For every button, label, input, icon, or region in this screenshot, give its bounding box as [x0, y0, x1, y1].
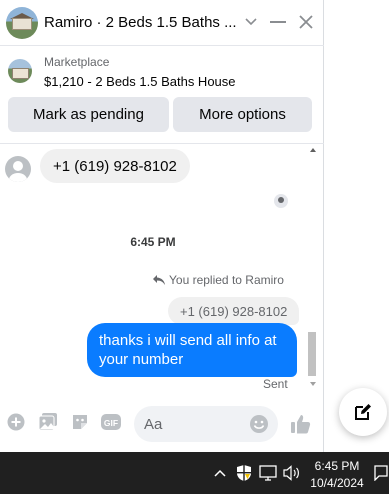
- network-icon[interactable]: [259, 464, 277, 482]
- listing-source: Marketplace: [44, 55, 110, 69]
- message-input[interactable]: Aa: [134, 406, 278, 442]
- read-receipt-icon: [274, 194, 288, 208]
- compose-icon: [355, 404, 371, 420]
- avatar-body: [9, 173, 27, 182]
- chevron-up-icon[interactable]: [211, 464, 229, 482]
- chat-title[interactable]: Ramiro · 2 Beds 1.5 Baths ...: [44, 14, 242, 31]
- volume-icon[interactable]: [283, 464, 301, 482]
- outgoing-message[interactable]: thanks i will send all info at your numb…: [87, 323, 297, 377]
- scroll-thumb[interactable]: [308, 332, 316, 376]
- scroll-up-arrow[interactable]: [310, 148, 316, 152]
- close-icon[interactable]: [296, 12, 316, 32]
- reply-label: You replied to Ramiro: [169, 273, 284, 287]
- listing-avatar[interactable]: [6, 6, 38, 39]
- emoji-icon[interactable]: [249, 414, 269, 434]
- listing-info: Marketplace $1,210 - 2 Beds 1.5 Baths Ho…: [44, 55, 236, 91]
- taskbar-clock[interactable]: 6:45 PM 10/4/2024: [302, 458, 372, 492]
- house-body: [12, 17, 32, 30]
- photo-icon[interactable]: [38, 412, 58, 432]
- sticker-icon[interactable]: [70, 412, 90, 432]
- listing-summary[interactable]: Marketplace $1,210 - 2 Beds 1.5 Baths Ho…: [0, 47, 324, 95]
- new-message-button[interactable]: [339, 388, 387, 436]
- quoted-message[interactable]: +1 (619) 928-8102: [168, 297, 300, 325]
- listing-price: $1,210 - 2 Beds 1.5 Baths House: [44, 74, 236, 89]
- avatar-head: [13, 161, 23, 171]
- incoming-message[interactable]: +1 (619) 928-8102: [40, 149, 190, 183]
- notification-icon[interactable]: [374, 464, 388, 482]
- listing-thumbnail: [8, 59, 32, 83]
- windows-taskbar: 6:45 PM 10/4/2024: [0, 452, 389, 494]
- thread-scrollbar[interactable]: [306, 144, 320, 394]
- minimize-icon[interactable]: [268, 12, 288, 32]
- gif-label: GIF: [104, 418, 118, 428]
- message-input-placeholder: Aa: [144, 416, 163, 433]
- more-options-button[interactable]: More options: [173, 97, 312, 132]
- thumbs-up-icon[interactable]: [291, 414, 311, 434]
- message-composer: GIF Aa: [0, 402, 324, 446]
- reply-icon: [153, 275, 165, 285]
- clock-time: 6:45 PM: [314, 459, 360, 473]
- clock-date: 10/4/2024: [310, 476, 364, 490]
- chat-header[interactable]: Ramiro · 2 Beds 1.5 Baths ...: [0, 0, 324, 46]
- mark-as-pending-button[interactable]: Mark as pending: [8, 97, 169, 132]
- contact-avatar[interactable]: [5, 156, 31, 182]
- gif-icon[interactable]: GIF: [101, 412, 121, 432]
- message-status: Sent: [263, 377, 288, 391]
- reply-indicator: You replied to Ramiro: [152, 273, 284, 287]
- scroll-down-arrow[interactable]: [310, 382, 316, 386]
- security-shield-icon[interactable]: [235, 464, 253, 482]
- message-thread[interactable]: +1 (619) 928-8102 6:45 PM You replied to…: [0, 144, 306, 394]
- chat-window: Ramiro · 2 Beds 1.5 Baths ... Marketplac…: [0, 0, 324, 452]
- message-timestamp: 6:45 PM: [130, 235, 176, 249]
- chevron-down-icon[interactable]: [241, 12, 261, 32]
- add-circle-icon[interactable]: [6, 412, 26, 432]
